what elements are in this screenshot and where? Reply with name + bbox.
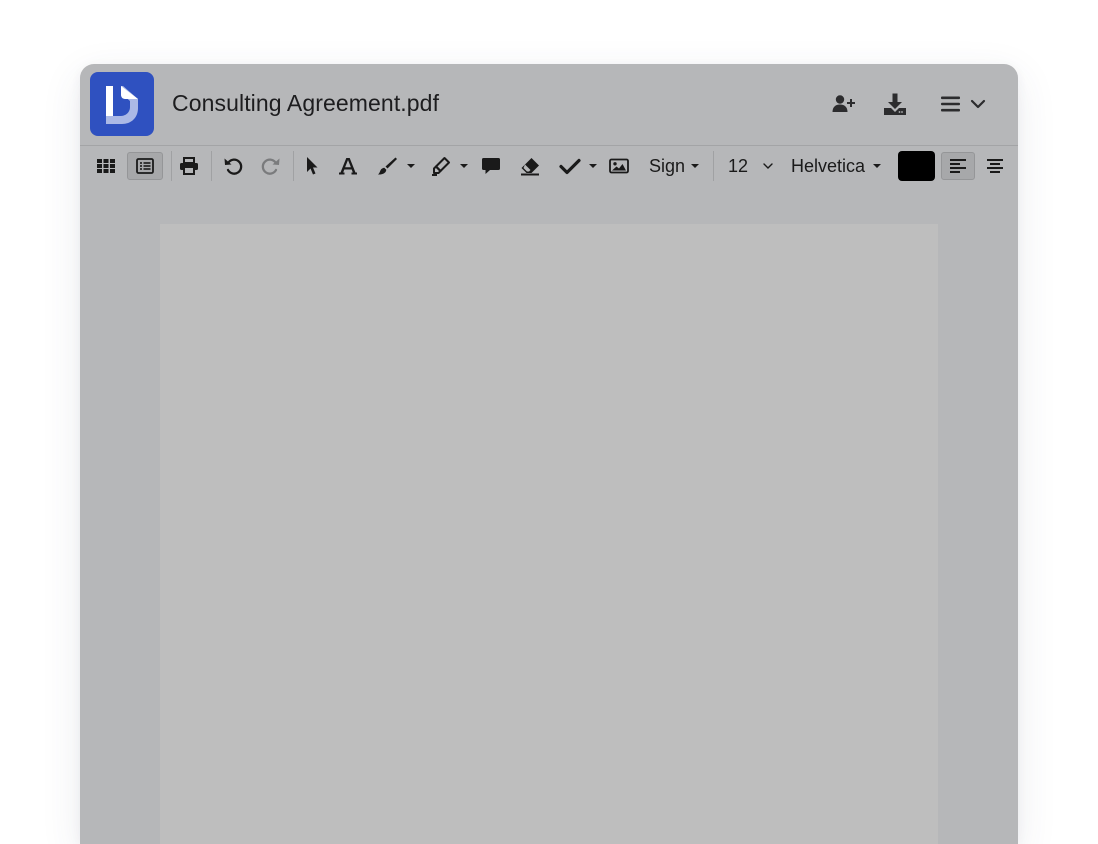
grid-view-button[interactable] bbox=[92, 152, 120, 180]
caret-down-icon bbox=[406, 164, 415, 168]
app-logo bbox=[90, 72, 154, 136]
app-header: Consulting Agreement.pdf bbox=[80, 64, 1018, 145]
font-family-select[interactable]: Helvetica bbox=[791, 152, 891, 180]
caret-down-icon bbox=[459, 164, 468, 168]
draw-tool-button[interactable] bbox=[372, 152, 418, 180]
list-icon bbox=[136, 158, 154, 174]
add-user-icon bbox=[832, 95, 855, 112]
caret-down-icon bbox=[873, 164, 882, 168]
align-left-button[interactable] bbox=[941, 152, 975, 180]
text-color-swatch[interactable] bbox=[898, 151, 935, 181]
download-button[interactable] bbox=[883, 92, 907, 116]
font-size-value: 12 bbox=[728, 155, 749, 176]
align-left-icon bbox=[950, 159, 966, 173]
image-icon bbox=[609, 158, 629, 174]
highlighter-icon bbox=[431, 157, 450, 176]
list-view-button[interactable] bbox=[127, 152, 163, 180]
brush-icon bbox=[377, 157, 397, 175]
redo-icon bbox=[261, 158, 280, 175]
sign-label: Sign bbox=[648, 155, 686, 176]
toolbar-divider bbox=[171, 151, 172, 181]
font-size-select[interactable]: 12 bbox=[728, 152, 780, 180]
print-button[interactable] bbox=[176, 152, 202, 180]
document-title: Consulting Agreement.pdf bbox=[172, 90, 440, 116]
select-tool-button[interactable] bbox=[302, 152, 322, 180]
align-center-button[interactable] bbox=[983, 152, 1007, 180]
toolbar-divider bbox=[713, 151, 714, 181]
comment-tool-button[interactable] bbox=[480, 152, 502, 180]
share-button[interactable] bbox=[832, 92, 856, 116]
undo-icon bbox=[224, 158, 243, 175]
editor-toolbar: Sign 12 Helvetica bbox=[80, 145, 1018, 187]
sign-dropdown[interactable]: Sign bbox=[644, 152, 704, 180]
align-center-icon bbox=[987, 159, 1003, 173]
redo-button[interactable] bbox=[259, 152, 283, 180]
main-menu-button[interactable] bbox=[940, 92, 986, 116]
text-tool-button[interactable] bbox=[337, 152, 359, 180]
text-a-icon bbox=[339, 158, 357, 175]
comment-icon bbox=[482, 158, 500, 174]
cursor-arrow-icon bbox=[307, 157, 318, 175]
checkmark-icon bbox=[559, 158, 581, 175]
app-window: Consulting Agreement.pdf Sign 12 Helveti… bbox=[80, 64, 1018, 844]
font-family-value: Helvetica bbox=[791, 155, 866, 176]
undo-button[interactable] bbox=[221, 152, 245, 180]
toolbar-divider bbox=[293, 151, 294, 181]
caret-down-icon bbox=[589, 164, 597, 168]
download-icon bbox=[884, 93, 906, 115]
chevron-down-icon bbox=[763, 163, 773, 169]
pdf-page[interactable] bbox=[160, 224, 938, 844]
eraser-tool-button[interactable] bbox=[519, 152, 541, 180]
printer-icon bbox=[180, 157, 198, 175]
highlight-tool-button[interactable] bbox=[427, 152, 471, 180]
document-viewer[interactable] bbox=[80, 186, 1018, 844]
doc-d-logo-icon bbox=[106, 86, 138, 124]
image-tool-button[interactable] bbox=[608, 152, 630, 180]
checkmark-tool-button[interactable] bbox=[556, 152, 600, 180]
grid-icon bbox=[97, 159, 115, 173]
eraser-icon bbox=[521, 158, 539, 176]
caret-down-icon bbox=[691, 164, 700, 168]
toolbar-divider bbox=[211, 151, 212, 181]
hamburger-menu-icon bbox=[941, 96, 960, 112]
chevron-down-icon bbox=[970, 99, 986, 109]
